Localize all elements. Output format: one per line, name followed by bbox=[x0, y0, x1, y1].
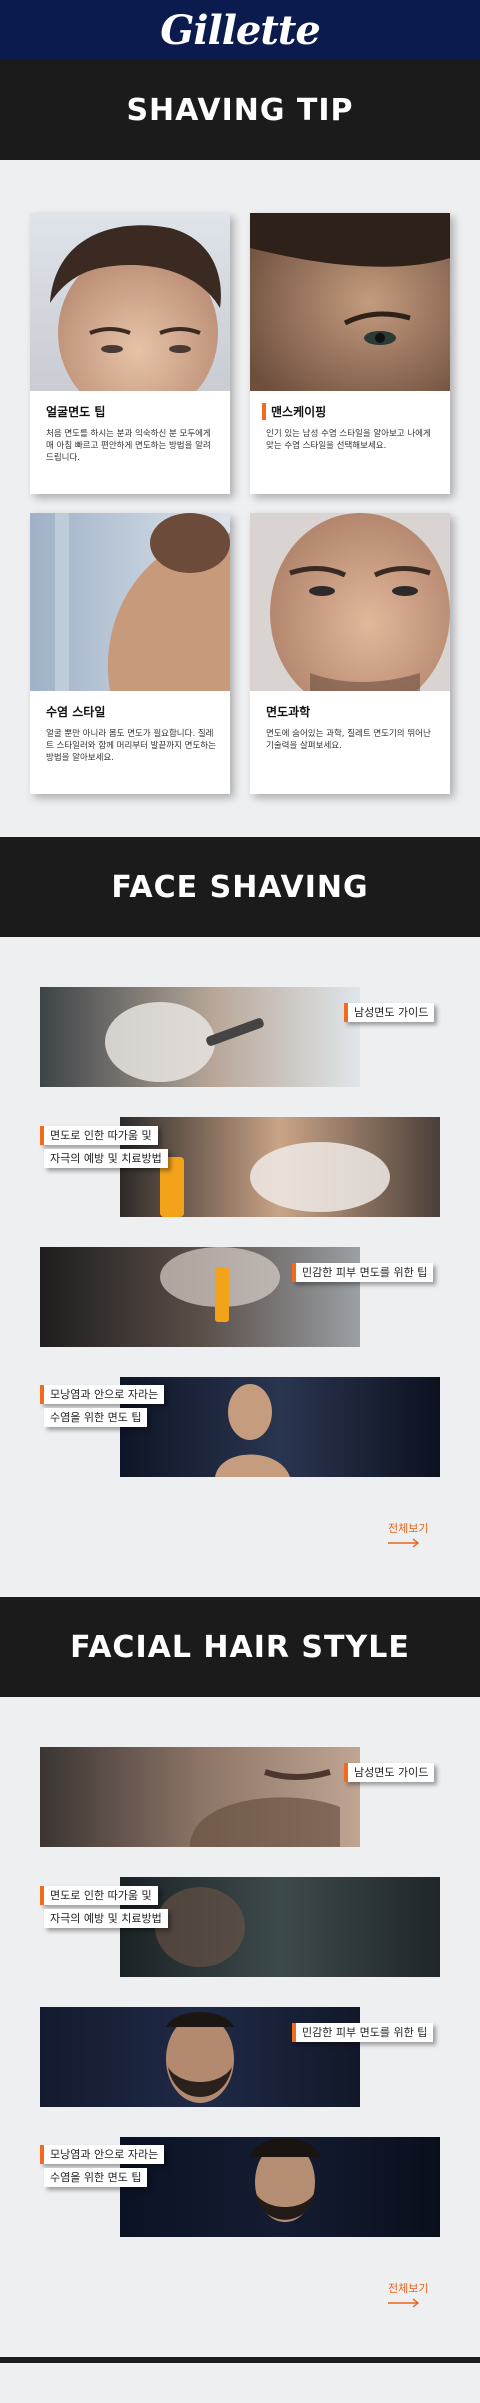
facial-hair-label-2b[interactable]: 자극의 예방 및 치료방법 bbox=[44, 1909, 168, 1928]
facial-hair-style-list: 남성면도 가이드 면도로 인한 따가움 및 자극의 예방 및 치료방법 민감한 … bbox=[0, 1697, 480, 2357]
facial-hair-image-1[interactable] bbox=[40, 1747, 360, 1847]
shaving-science-photo bbox=[250, 513, 450, 691]
footer-strip bbox=[0, 2357, 480, 2363]
tip-card-title: 면도과학 bbox=[266, 705, 311, 719]
tip-card-desc: 처음 면도를 하시는 분과 익숙하신 분 모두에게 매 아침 빠르고 편안하게 … bbox=[46, 429, 211, 463]
face-shaving-list: 남성면도 가이드 면도로 인한 따가움 및 자극의 예방 및 치료방법 민감한 … bbox=[0, 937, 480, 1597]
tip-card-beard-style[interactable]: 수염 스타일 얼굴 뿐만 아니라 몸도 면도가 필요합니다. 질레트 스타일러와… bbox=[30, 513, 230, 794]
face-shaving-label-4b[interactable]: 수염을 위한 면도 팁 bbox=[44, 1408, 148, 1427]
face-shaving-image-2[interactable] bbox=[120, 1117, 440, 1217]
facial-hair-label-4a[interactable]: 모낭염과 안으로 자라는 bbox=[40, 2145, 165, 2164]
face-shaving-label-1[interactable]: 남성면도 가이드 bbox=[344, 1003, 435, 1022]
tip-card-desc: 인기 있는 남성 수염 스타일을 알아보고 나에게 맞는 수염 스타일을 선택해… bbox=[266, 429, 431, 451]
facial-hair-view-all[interactable]: 전체보기 bbox=[388, 2280, 428, 2296]
face-shaving-label-2b[interactable]: 자극의 예방 및 치료방법 bbox=[44, 1149, 168, 1168]
face-shaving-heading: FACE SHAVING bbox=[0, 837, 480, 937]
tip-card-title: 맨스케이핑 bbox=[262, 403, 326, 420]
face-shaving-label-4a[interactable]: 모낭염과 안으로 자라는 bbox=[40, 1385, 165, 1404]
shaving-tip-heading: SHAVING TIP bbox=[0, 60, 480, 160]
tip-card-face-shaving[interactable]: 얼굴면도 팁 처음 면도를 하시는 분과 익숙하신 분 모두에게 매 아침 빠르… bbox=[30, 213, 230, 494]
face-shaving-label-2a[interactable]: 면도로 인한 따가움 및 bbox=[40, 1126, 158, 1145]
facial-hair-image-4[interactable] bbox=[120, 2137, 440, 2237]
facial-hair-image-2[interactable] bbox=[120, 1877, 440, 1977]
tip-card-title: 수염 스타일 bbox=[46, 705, 106, 719]
facial-hair-label-3[interactable]: 민감한 피부 면도를 위한 팁 bbox=[292, 2023, 434, 2042]
face-shaving-label-3[interactable]: 민감한 피부 면도를 위한 팁 bbox=[292, 1263, 434, 1282]
face-shaving-image-4[interactable] bbox=[120, 1377, 440, 1477]
facial-hair-label-4b[interactable]: 수염을 위한 면도 팁 bbox=[44, 2168, 148, 2187]
tip-card-desc: 면도에 숨어있는 과학, 질레트 면도기의 뛰어난 기술력을 살펴보세요. bbox=[266, 729, 431, 751]
facial-hair-image-3[interactable] bbox=[40, 2007, 360, 2107]
brand-bar: Gillette bbox=[0, 0, 480, 60]
shaving-tip-grid: 얼굴면도 팁 처음 면도를 하시는 분과 익숙하신 분 모두에게 매 아침 빠르… bbox=[0, 160, 480, 837]
facial-hair-style-heading: FACIAL HAIR STYLE bbox=[0, 1597, 480, 1697]
tip-card-desc: 얼굴 뿐만 아니라 몸도 면도가 필요합니다. 질레트 스타일러와 함께 머리부… bbox=[46, 729, 216, 763]
face-shaving-photo bbox=[30, 213, 230, 391]
gillette-logo[interactable]: Gillette bbox=[160, 7, 321, 54]
face-shaving-image-1[interactable] bbox=[40, 987, 360, 1087]
tip-card-shaving-science[interactable]: 면도과학 면도에 숨어있는 과학, 질레트 면도기의 뛰어난 기술력을 살펴보세… bbox=[250, 513, 450, 794]
beard-style-photo bbox=[30, 513, 230, 691]
tip-card-title: 얼굴면도 팁 bbox=[46, 405, 106, 419]
face-shaving-image-3[interactable] bbox=[40, 1247, 360, 1347]
facial-hair-label-1[interactable]: 남성면도 가이드 bbox=[344, 1763, 435, 1782]
manscaping-photo bbox=[250, 213, 450, 391]
facial-hair-label-2a[interactable]: 면도로 인한 따가움 및 bbox=[40, 1886, 158, 1905]
arrow-right-icon[interactable] bbox=[388, 2298, 420, 2308]
arrow-right-icon[interactable] bbox=[388, 1538, 420, 1548]
tip-card-manscaping[interactable]: 맨스케이핑 인기 있는 남성 수염 스타일을 알아보고 나에게 맞는 수염 스타… bbox=[250, 213, 450, 494]
face-shaving-view-all[interactable]: 전체보기 bbox=[388, 1520, 428, 1536]
